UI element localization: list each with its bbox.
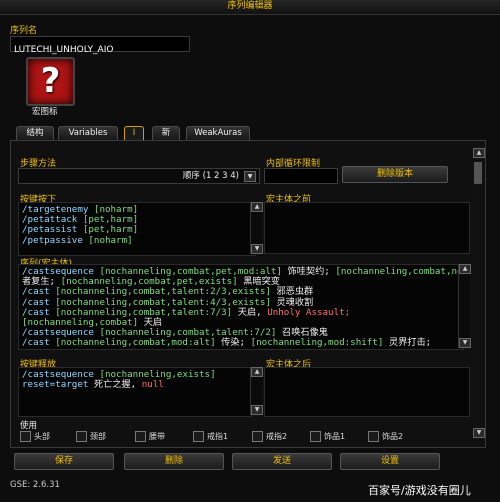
macro-icon-label: 宏图标: [32, 107, 58, 117]
code-line: /cast [nochanneling,combat,mod:alt] 传染; …: [22, 338, 460, 348]
tab-version-1[interactable]: I: [124, 126, 144, 141]
use-checkbox-row: 头部 颈部 腰带 戒指1 戒指2 饰品1 饰品2: [20, 431, 470, 443]
tab-variables[interactable]: Variables: [58, 126, 118, 141]
inner-loop-input[interactable]: [264, 168, 338, 184]
code-line: reset=target 死亡之握, null: [22, 380, 248, 390]
code-token-txt2: 灵界打击;: [383, 337, 432, 349]
send-button[interactable]: 发送: [232, 453, 332, 470]
code-token-txt: 饰哇契约;: [282, 266, 336, 277]
title-bar[interactable]: 序列编辑器: [0, 0, 500, 15]
version-label: GSE: 2.6.31: [10, 480, 60, 490]
delete-button[interactable]: 删除: [124, 453, 224, 470]
after-macro-editor[interactable]: [264, 367, 470, 417]
code-token-txt: 传染;: [215, 337, 251, 349]
keypress-scrollbar[interactable]: ▲ ▼: [250, 202, 263, 254]
use-label: 使用: [20, 421, 38, 431]
keyrelease-scrollbar[interactable]: ▲ ▼: [250, 367, 263, 415]
sequence-body-scrollbar[interactable]: ▲ ▼: [458, 264, 471, 348]
keypress-scroll-up-icon[interactable]: ▲: [251, 202, 263, 212]
sequence-scroll-down-icon[interactable]: ▼: [459, 338, 471, 348]
tab-structure[interactable]: 结构: [16, 126, 54, 141]
code-token-red: null: [141, 379, 164, 391]
code-token-cmd: reset=target: [22, 379, 89, 391]
sequence-name-label: 序列名: [10, 26, 38, 36]
checkbox-head[interactable]: 头部: [20, 431, 50, 442]
checkbox-ring1[interactable]: 戒指1: [193, 431, 228, 442]
keyrelease-scroll-up-icon[interactable]: ▲: [251, 367, 263, 377]
tab-new[interactable]: 新: [152, 126, 180, 141]
outer-scroll-up-icon[interactable]: ▲: [473, 148, 485, 158]
code-token-tar: [noharm]: [82, 234, 133, 246]
keyrelease-scroll-down-icon[interactable]: ▼: [251, 405, 263, 415]
window-title: 序列编辑器: [227, 1, 273, 11]
checkbox-waist[interactable]: 腰带: [135, 431, 165, 442]
keyrelease-editor[interactable]: /castsequence [nochanneling,exists] reset…: [18, 367, 252, 417]
watermark: 百家号/游戏没有圈儿: [368, 484, 471, 497]
code-token-red: Unholy Assault;: [267, 306, 351, 318]
question-mark-icon: ?: [40, 61, 61, 101]
checkbox-trinket1[interactable]: 饰品1: [310, 431, 345, 442]
settings-button[interactable]: 设置: [340, 453, 440, 470]
chevron-down-icon: ▼: [244, 171, 256, 182]
before-macro-editor[interactable]: [264, 202, 470, 254]
code-token-tar: [nochanneling,combat,mod:alt]: [49, 337, 216, 349]
step-method-dropdown[interactable]: 顺序 (1 2 3 4) ▼: [18, 168, 260, 184]
sequence-body-editor[interactable]: /castsequence [nochanneling,combat,pet,m…: [18, 264, 464, 350]
code-token-cmd: /petpassive: [22, 234, 83, 246]
code-token-cmd: /cast: [22, 337, 50, 349]
step-method-value: 顺序 (1 2 3 4): [182, 171, 239, 181]
sequence-name-value: LUTECHI_UNHOLY_AIO: [14, 45, 114, 55]
keypress-scroll-down-icon[interactable]: ▼: [251, 244, 263, 254]
checkbox-neck[interactable]: 颈部: [76, 431, 106, 442]
tab-weakauras[interactable]: WeakAuras: [186, 126, 250, 141]
save-button[interactable]: 保存: [14, 453, 114, 470]
code-line: /petpassive [noharm]: [22, 234, 252, 246]
code-token-txt: 死亡之握,: [88, 379, 142, 391]
sequence-scroll-up-icon[interactable]: ▲: [459, 264, 471, 274]
outer-scroll-thumb[interactable]: [474, 162, 482, 184]
code-token-txt: 天启,: [232, 306, 268, 318]
sequence-name-input[interactable]: LUTECHI_UNHOLY_AIO: [10, 36, 190, 55]
code-token-tar2: [nochanneling,combat,nopet]: [335, 266, 463, 277]
checkbox-ring2[interactable]: 戒指2: [252, 431, 287, 442]
keypress-editor[interactable]: /targetenemy [noharm]/petattack [pet,har…: [18, 202, 256, 256]
macro-icon-button[interactable]: ?: [26, 57, 75, 106]
outer-scroll-down-icon[interactable]: ▼: [473, 428, 485, 438]
delete-version-button[interactable]: 删除版本: [342, 166, 448, 183]
checkbox-trinket2[interactable]: 饰品2: [368, 431, 403, 442]
outer-scrollbar[interactable]: ▲ ▼: [473, 148, 485, 438]
code-token-tar2: [nochanneling,mod:shift]: [250, 337, 384, 349]
